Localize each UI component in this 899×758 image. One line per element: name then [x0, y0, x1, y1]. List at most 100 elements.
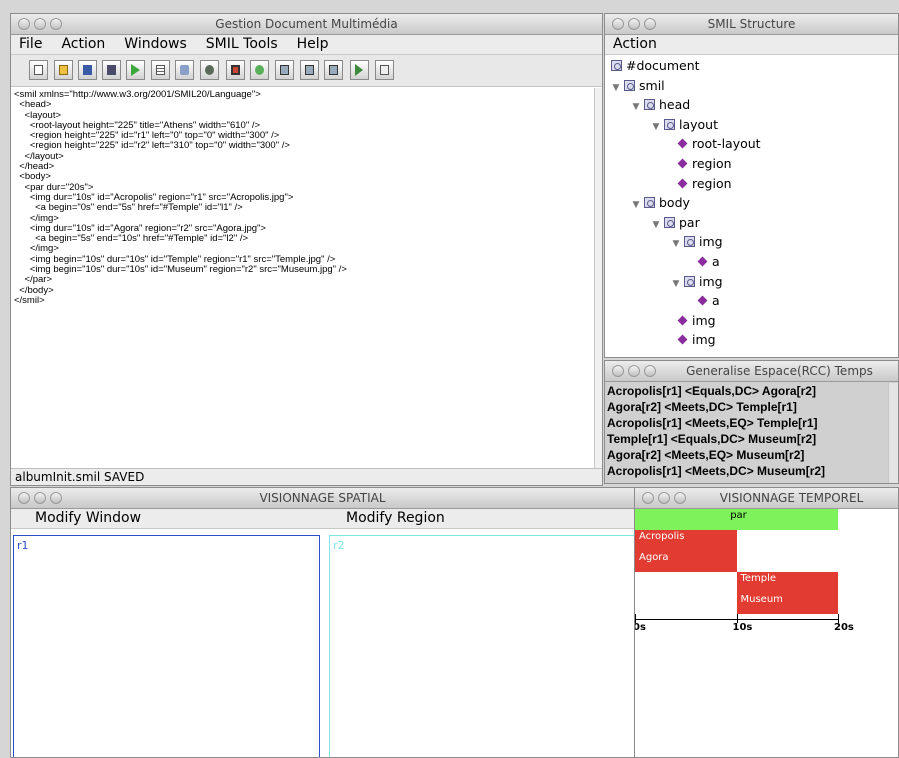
new-icon — [34, 65, 43, 75]
timeline-bar-agora[interactable]: Agora — [635, 551, 737, 572]
spatial-button[interactable] — [175, 60, 194, 80]
disclosure-triangle-icon[interactable]: ▼ — [631, 195, 641, 215]
minimize-button[interactable] — [628, 18, 640, 30]
tree-node-img[interactable]: img — [677, 330, 716, 350]
play-button[interactable] — [126, 60, 145, 80]
close-button[interactable] — [18, 492, 30, 504]
tree-node-region[interactable]: region — [677, 174, 732, 194]
tree-node-smil[interactable]: ▼ smil — [611, 76, 665, 96]
rcc-relation[interactable]: Agora[r2] <Meets,DC> Temple[r1] — [607, 399, 887, 415]
rcc-relation[interactable]: Acropolis[r1] <Meets,DC> Museum[r2] — [607, 463, 887, 479]
tree-node-document[interactable]: #document — [611, 56, 700, 76]
rcc-relation[interactable]: Acropolis[r1] <Meets,EQ> Temple[r1] — [607, 415, 887, 431]
disclosure-triangle-icon[interactable]: ▼ — [611, 78, 621, 98]
temporal-button[interactable] — [200, 60, 219, 80]
zoom-button[interactable] — [50, 492, 62, 504]
export-button[interactable] — [375, 60, 394, 80]
region-button-2[interactable] — [300, 60, 319, 80]
close-button[interactable] — [612, 365, 624, 377]
minimize-button[interactable] — [628, 365, 640, 377]
disclosure-triangle-icon[interactable]: ▼ — [651, 117, 661, 137]
tree-node-img[interactable]: ▼ img — [671, 232, 723, 252]
element-icon — [611, 60, 622, 71]
tree-node-img[interactable]: ▼ img — [671, 272, 723, 292]
editor-scrollbar[interactable] — [594, 88, 602, 468]
rcc-scrollbar[interactable] — [888, 383, 898, 483]
structure-titlebar[interactable]: SMIL Structure — [605, 14, 898, 35]
timeline-bar-museum[interactable]: Museum — [736, 593, 838, 614]
element-icon — [664, 216, 675, 228]
minimize-button[interactable] — [34, 18, 46, 30]
rcc-titlebar[interactable]: Generalise Espace(RCC) Temps — [605, 361, 898, 382]
window-controls[interactable] — [18, 18, 66, 34]
save-all-button[interactable] — [102, 60, 121, 80]
window-controls[interactable] — [18, 492, 66, 508]
tree-node-layout[interactable]: ▼ layout — [651, 115, 718, 135]
tree-node-label: root-layout — [692, 136, 761, 152]
main-title: Gestion Document Multimédia — [215, 17, 398, 31]
run-button[interactable] — [250, 60, 269, 80]
zoom-button[interactable] — [644, 18, 656, 30]
window-controls[interactable] — [612, 365, 660, 381]
zoom-button[interactable] — [674, 492, 686, 504]
tree-node-root-layout[interactable]: root-layout — [677, 134, 761, 154]
tree-node-head[interactable]: ▼ head — [631, 95, 691, 117]
rcc-relation[interactable]: Acropolis[r1] <Equals,DC> Agora[r2] — [607, 383, 887, 399]
zoom-button[interactable] — [644, 365, 656, 377]
tree-node-img[interactable]: img — [677, 311, 716, 331]
tree-node-a[interactable]: a — [697, 252, 720, 272]
open-icon — [59, 65, 68, 75]
code-line: <head> — [14, 99, 52, 111]
temporal-window: VISIONNAGE TEMPOREL par Acropolis Agora Tem… — [634, 487, 899, 758]
new-button[interactable] — [29, 60, 48, 80]
spatial-titlebar[interactable]: VISIONNAGE SPATIAL — [11, 488, 634, 509]
region-r1[interactable]: r1 — [13, 535, 320, 757]
zoom-button[interactable] — [50, 18, 62, 30]
region-r2[interactable]: r2 — [329, 535, 634, 757]
time-tick-label: 10s — [732, 622, 753, 633]
menu-action[interactable]: Action — [61, 36, 105, 52]
disclosure-triangle-icon[interactable]: ▼ — [671, 234, 681, 254]
list-button[interactable] — [151, 60, 170, 80]
close-button[interactable] — [642, 492, 654, 504]
window-controls[interactable] — [612, 18, 660, 34]
modify-window-button[interactable]: Modify Window — [35, 509, 141, 528]
timeline-bar-acropolis[interactable]: Acropolis — [635, 530, 737, 551]
disclosure-triangle-icon[interactable]: ▼ — [631, 97, 641, 117]
disclosure-triangle-icon[interactable]: ▼ — [651, 215, 661, 235]
disclosure-triangle-icon[interactable]: ▼ — [671, 274, 681, 294]
menu-action[interactable]: Action — [613, 36, 657, 52]
code-line: <img begin="10s" dur="10s" id="Museum" r… — [14, 264, 347, 276]
temporal-titlebar[interactable]: VISIONNAGE TEMPOREL — [635, 488, 898, 509]
timeline-bar-temple[interactable]: Temple — [736, 572, 838, 593]
tree-node-a[interactable]: a — [697, 291, 720, 311]
tree-node-region[interactable]: region — [677, 154, 732, 174]
save-button[interactable] — [78, 60, 97, 80]
minimize-button[interactable] — [34, 492, 46, 504]
menu-file[interactable]: File — [19, 36, 42, 52]
timeline-bar-par[interactable]: par — [635, 509, 838, 530]
tree-node-label: layout — [679, 116, 719, 132]
minimize-button[interactable] — [658, 492, 670, 504]
tree-node-body[interactable]: ▼ body — [631, 193, 690, 213]
rcc-relation[interactable]: Agora[r2] <Meets,EQ> Museum[r2] — [607, 447, 887, 463]
main-titlebar[interactable]: Gestion Document Multimédia — [11, 14, 602, 35]
step-button[interactable] — [350, 60, 369, 80]
structure-window: SMIL Structure Action #document ▼ smil ▼ hea… — [604, 13, 899, 358]
region-button-1[interactable] — [275, 60, 294, 80]
menu-smil-tools[interactable]: SMIL Tools — [206, 36, 278, 52]
layout-button[interactable] — [226, 60, 245, 80]
tree-node-label: par — [679, 214, 700, 230]
window-controls[interactable] — [642, 492, 690, 508]
menu-help[interactable]: Help — [297, 36, 329, 52]
tree-node-par[interactable]: ▼ par — [651, 213, 700, 233]
smil-source-editor[interactable]: <smil xmlns="http://www.w3.org/2001/SMIL… — [14, 89, 594, 306]
region-button-3[interactable] — [324, 60, 343, 80]
menu-windows[interactable]: Windows — [124, 36, 187, 52]
modify-region-button[interactable]: Modify Region — [346, 509, 445, 528]
leaf-icon — [677, 158, 688, 169]
open-button[interactable] — [54, 60, 73, 80]
close-button[interactable] — [612, 18, 624, 30]
close-button[interactable] — [18, 18, 30, 30]
rcc-relation[interactable]: Temple[r1] <Equals,DC> Museum[r2] — [607, 431, 887, 447]
